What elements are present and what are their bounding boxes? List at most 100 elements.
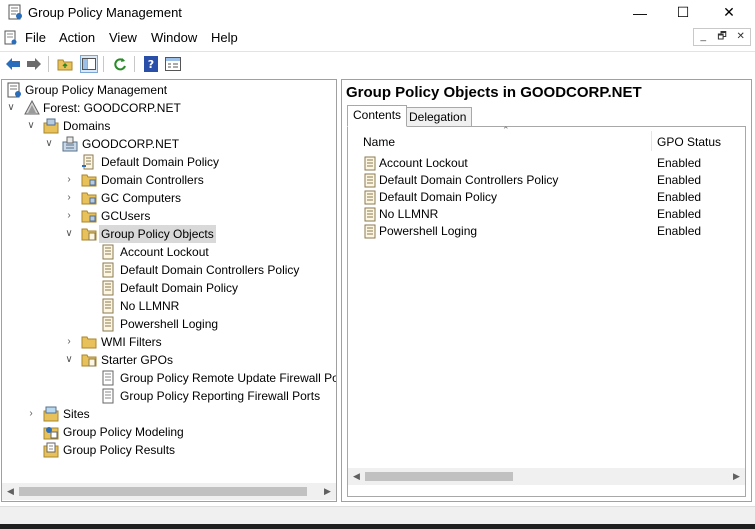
collapsed-chevron-icon[interactable]: ›	[64, 189, 74, 207]
toolbar-separator	[103, 56, 104, 72]
tree-node-gpo[interactable]: Default Domain Policy	[2, 279, 336, 297]
tree-node-modeling[interactable]: Group Policy Modeling	[2, 423, 336, 441]
window-title: Group Policy Management	[28, 5, 182, 20]
properties-icon[interactable]	[164, 55, 182, 73]
help-icon[interactable]: ?	[142, 55, 160, 73]
tab-contents[interactable]: Contents	[347, 105, 408, 127]
ou-folder-icon	[81, 192, 97, 205]
tree-horizontal-scrollbar[interactable]: ◀ ▶	[2, 483, 336, 500]
list-horizontal-scrollbar[interactable]: ◀ ▶	[348, 468, 745, 485]
refresh-icon[interactable]	[111, 55, 129, 73]
gpmc-window: Group Policy Management — ☐ ✕ File Actio…	[0, 0, 755, 529]
show-hide-tree-icon[interactable]	[80, 55, 98, 73]
tree-label-domains: Domains	[63, 119, 111, 133]
forest-icon	[24, 100, 40, 115]
expanded-chevron-icon[interactable]: ∨	[6, 99, 16, 117]
tree-node-domain-controllers[interactable]: › Domain Controllers	[2, 171, 336, 189]
column-header-gpo-status[interactable]: GPO Status	[657, 135, 721, 149]
forward-icon[interactable]	[25, 55, 43, 73]
scrollbar-thumb[interactable]	[365, 472, 513, 481]
tree-node-gcusers[interactable]: › GCUsers	[2, 207, 336, 225]
gpo-icon	[364, 173, 376, 188]
tree-node-results[interactable]: Group Policy Results	[2, 441, 336, 459]
gpo-status: Enabled	[657, 190, 702, 204]
scrollbar-thumb[interactable]	[19, 487, 307, 496]
back-icon[interactable]	[4, 55, 22, 73]
menu-window[interactable]: Window	[151, 30, 197, 45]
collapsed-chevron-icon[interactable]: ›	[64, 207, 74, 225]
tree-node-group-policy-objects[interactable]: ∨ Group Policy Objects	[2, 225, 336, 243]
collapsed-chevron-icon[interactable]: ›	[26, 405, 36, 423]
gpo-link-icon	[82, 154, 94, 170]
tree-label-gpo: Powershell Loging	[120, 317, 219, 331]
mdi-restore-button[interactable]: 🗗	[713, 29, 732, 45]
ou-folder-icon	[81, 174, 97, 187]
tree-label-gpo: Default Domain Controllers Policy	[120, 263, 300, 277]
mdi-close-button[interactable]: ✕	[731, 29, 750, 45]
tree-label-group-policy-objects: Group Policy Objects	[99, 225, 216, 243]
gpo-icon	[102, 316, 114, 332]
menu-help[interactable]: Help	[211, 30, 238, 45]
tree-node-domain-goodcorp[interactable]: ∨ GOODCORP.NET	[2, 135, 336, 153]
table-row[interactable]: Account Lockout Enabled	[348, 155, 745, 172]
ou-folder-icon	[81, 210, 97, 223]
tree-node-gpo[interactable]: Default Domain Controllers Policy	[2, 261, 336, 279]
scroll-right-icon[interactable]: ▶	[319, 483, 336, 500]
maximize-button[interactable]: ☐	[660, 0, 706, 25]
gpo-icon	[364, 156, 376, 171]
tree-label-domain-controllers: Domain Controllers	[101, 173, 204, 187]
collapsed-chevron-icon[interactable]: ›	[64, 171, 74, 189]
details-pane: Group Policy Objects in GOODCORP.NET Con…	[341, 79, 752, 502]
mdi-document-icon[interactable]	[2, 30, 18, 46]
scroll-right-icon[interactable]: ▶	[728, 468, 745, 485]
collapsed-chevron-icon[interactable]: ›	[64, 333, 74, 351]
expanded-chevron-icon[interactable]: ∨	[26, 117, 36, 135]
tree-node-default-domain-policy-link[interactable]: Default Domain Policy	[2, 153, 336, 171]
tree-node-gpo[interactable]: No LLMNR	[2, 297, 336, 315]
mdi-minimize-button[interactable]: _	[694, 29, 713, 45]
gpo-name: Default Domain Controllers Policy	[379, 173, 559, 187]
tree-node-starter-gpo[interactable]: Group Policy Remote Update Firewall Port…	[2, 369, 336, 387]
tree-node-starter-gpos[interactable]: ∨ Starter GPOs	[2, 351, 336, 369]
close-button[interactable]: ✕	[706, 0, 752, 25]
tree-node-gpo[interactable]: Powershell Loging	[2, 315, 336, 333]
tree-label-gpo: No LLMNR	[120, 299, 180, 313]
table-row[interactable]: Default Domain Controllers Policy Enable…	[348, 172, 745, 189]
menu-view[interactable]: View	[109, 30, 137, 45]
toolbar-separator	[134, 56, 135, 72]
tree-node-gpm-root[interactable]: Group Policy Management	[2, 81, 336, 99]
menu-action[interactable]: Action	[59, 30, 95, 45]
tree-label-gpm: Group Policy Management	[25, 83, 168, 97]
column-header-name[interactable]: Name	[363, 135, 395, 149]
column-divider[interactable]	[651, 131, 652, 151]
gpmc-app-icon	[8, 4, 22, 20]
table-row[interactable]: No LLMNR Enabled	[348, 206, 745, 223]
minimize-button[interactable]: —	[617, 0, 663, 25]
svg-text:?: ?	[148, 58, 154, 71]
scroll-left-icon[interactable]: ◀	[348, 468, 365, 485]
gpo-folder-icon	[81, 228, 97, 241]
tab-delegation[interactable]: Delegation	[403, 107, 473, 128]
tree-node-starter-gpo[interactable]: Group Policy Reporting Firewall Ports	[2, 387, 336, 405]
up-folder-icon[interactable]	[56, 55, 74, 73]
tree-node-sites[interactable]: › Sites	[2, 405, 336, 423]
starter-gpo-icon	[102, 388, 114, 404]
mdi-child-controls: _ 🗗 ✕	[693, 28, 751, 46]
gpo-icon	[364, 207, 376, 222]
tree-node-gpo[interactable]: Account Lockout	[2, 243, 336, 261]
gpo-icon	[102, 262, 114, 278]
title-bar: Group Policy Management — ☐ ✕	[0, 0, 755, 25]
gpo-icon	[102, 298, 114, 314]
tree-node-forest[interactable]: ∨ Forest: GOODCORP.NET	[2, 99, 336, 117]
menu-file[interactable]: File	[25, 30, 46, 45]
tree-node-gc-computers[interactable]: › GC Computers	[2, 189, 336, 207]
tree-node-wmi-filters[interactable]: › WMI Filters	[2, 333, 336, 351]
expanded-chevron-icon[interactable]: ∨	[64, 225, 74, 243]
expanded-chevron-icon[interactable]: ∨	[64, 351, 74, 369]
expanded-chevron-icon[interactable]: ∨	[44, 135, 54, 153]
table-row[interactable]: Default Domain Policy Enabled	[348, 189, 745, 206]
scroll-left-icon[interactable]: ◀	[2, 483, 19, 500]
gpo-status: Enabled	[657, 173, 702, 187]
tree-node-domains[interactable]: ∨ Domains	[2, 117, 336, 135]
table-row[interactable]: Powershell Loging Enabled	[348, 223, 745, 240]
